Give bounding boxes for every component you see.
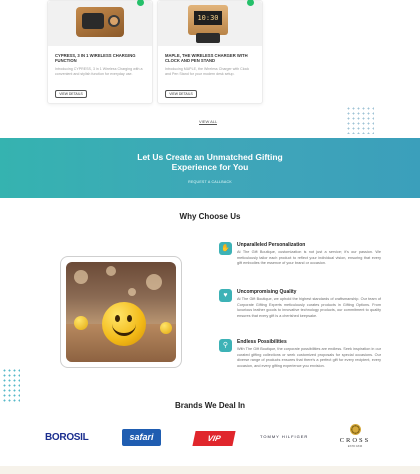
smiley-eye xyxy=(115,315,120,322)
brand-logo-vip[interactable]: VIP xyxy=(192,431,236,446)
decorative-dots xyxy=(346,106,374,134)
view-all-link[interactable]: VIEW ALL xyxy=(199,119,218,125)
brand-logo-borosil[interactable]: BOROSIL xyxy=(45,428,89,448)
feature-title: Uncompromising Quality xyxy=(237,289,297,295)
brand-tagline: ESTD 1846 xyxy=(347,444,363,448)
product-cards: CYPRESS, 3 IN 1 WIRELESS CHARGING FUNCTI… xyxy=(47,0,267,106)
phone-illustration xyxy=(196,33,220,43)
section-title: Why Choose Us xyxy=(179,212,241,221)
product-title[interactable]: CYPRESS, 3 IN 1 WIRELESS CHARGING FUNCTI… xyxy=(55,53,146,64)
cta-banner: Let Us Create an Unmatched Gifting Exper… xyxy=(0,138,420,198)
bokeh-light xyxy=(74,270,88,284)
hand-icon: ✋ xyxy=(219,242,232,255)
brand-logo-cross[interactable]: CROSS ESTD 1846 xyxy=(332,424,378,448)
banner-title-line1: Let Us Create an Unmatched Gifting xyxy=(137,152,283,162)
section-title: Brands We Deal In xyxy=(174,401,246,410)
feature-text: At The Gift Boutique, we uphold the high… xyxy=(237,297,381,318)
gift-icon: ⚲ xyxy=(219,339,232,352)
feature-title: Endless Possibilities xyxy=(237,339,287,345)
product-card[interactable]: 10:30 MAPLE, THE WIRELESS CHARGER WITH C… xyxy=(157,0,263,104)
brand-logo-tommy-hilfiger[interactable]: TOMMY HILFIGER xyxy=(260,434,308,454)
view-details-button[interactable]: VIEW DETAILS xyxy=(165,90,197,98)
footer-strip xyxy=(0,466,420,474)
product-image[interactable] xyxy=(48,1,152,46)
feature-image-frame xyxy=(60,256,182,368)
banner-title: Let Us Create an Unmatched Gifting Exper… xyxy=(0,152,420,172)
bokeh-light xyxy=(106,266,116,276)
heart-icon: ♥ xyxy=(219,289,232,302)
bokeh-light xyxy=(128,288,136,296)
product-title[interactable]: MAPLE, THE WIRELESS CHARGER WITH CLOCK A… xyxy=(165,53,256,64)
brand-logo-safari[interactable]: safari xyxy=(122,429,161,446)
banner-title-line2: Experience for You xyxy=(171,162,249,172)
bokeh-light xyxy=(146,274,162,290)
smiley-ball-photo xyxy=(66,262,176,362)
request-callback-button[interactable]: REQUEST A CALLBACK xyxy=(186,179,234,186)
smiley-mouth xyxy=(112,324,136,336)
product-description: Introducing CYPRESS, 3 in 1 Wireless Cha… xyxy=(55,67,143,76)
feature-text: At The Gift Boutique, customization is n… xyxy=(237,250,381,266)
product-card[interactable]: CYPRESS, 3 IN 1 WIRELESS CHARGING FUNCTI… xyxy=(47,0,153,104)
small-ball xyxy=(74,316,88,330)
charging-pad-illustration xyxy=(82,13,104,29)
smiley-face-icon xyxy=(102,302,146,346)
clock-display: 10:30 xyxy=(194,11,222,25)
charging-ring-illustration xyxy=(108,15,120,27)
brand-name: CROSS xyxy=(339,437,371,444)
feature-text: With The Gift Boutique, the corporate po… xyxy=(237,347,381,368)
smiley-eye xyxy=(127,315,132,322)
cross-seal-icon xyxy=(349,424,361,435)
feature-title: Unparalleled Personalization xyxy=(237,242,306,248)
product-image[interactable]: 10:30 xyxy=(158,1,262,46)
product-description: Introducing MAPLE, the Wireless Charger … xyxy=(165,67,250,76)
small-ball xyxy=(160,322,172,334)
decorative-dots xyxy=(2,368,20,404)
view-details-button[interactable]: VIEW DETAILS xyxy=(55,90,87,98)
